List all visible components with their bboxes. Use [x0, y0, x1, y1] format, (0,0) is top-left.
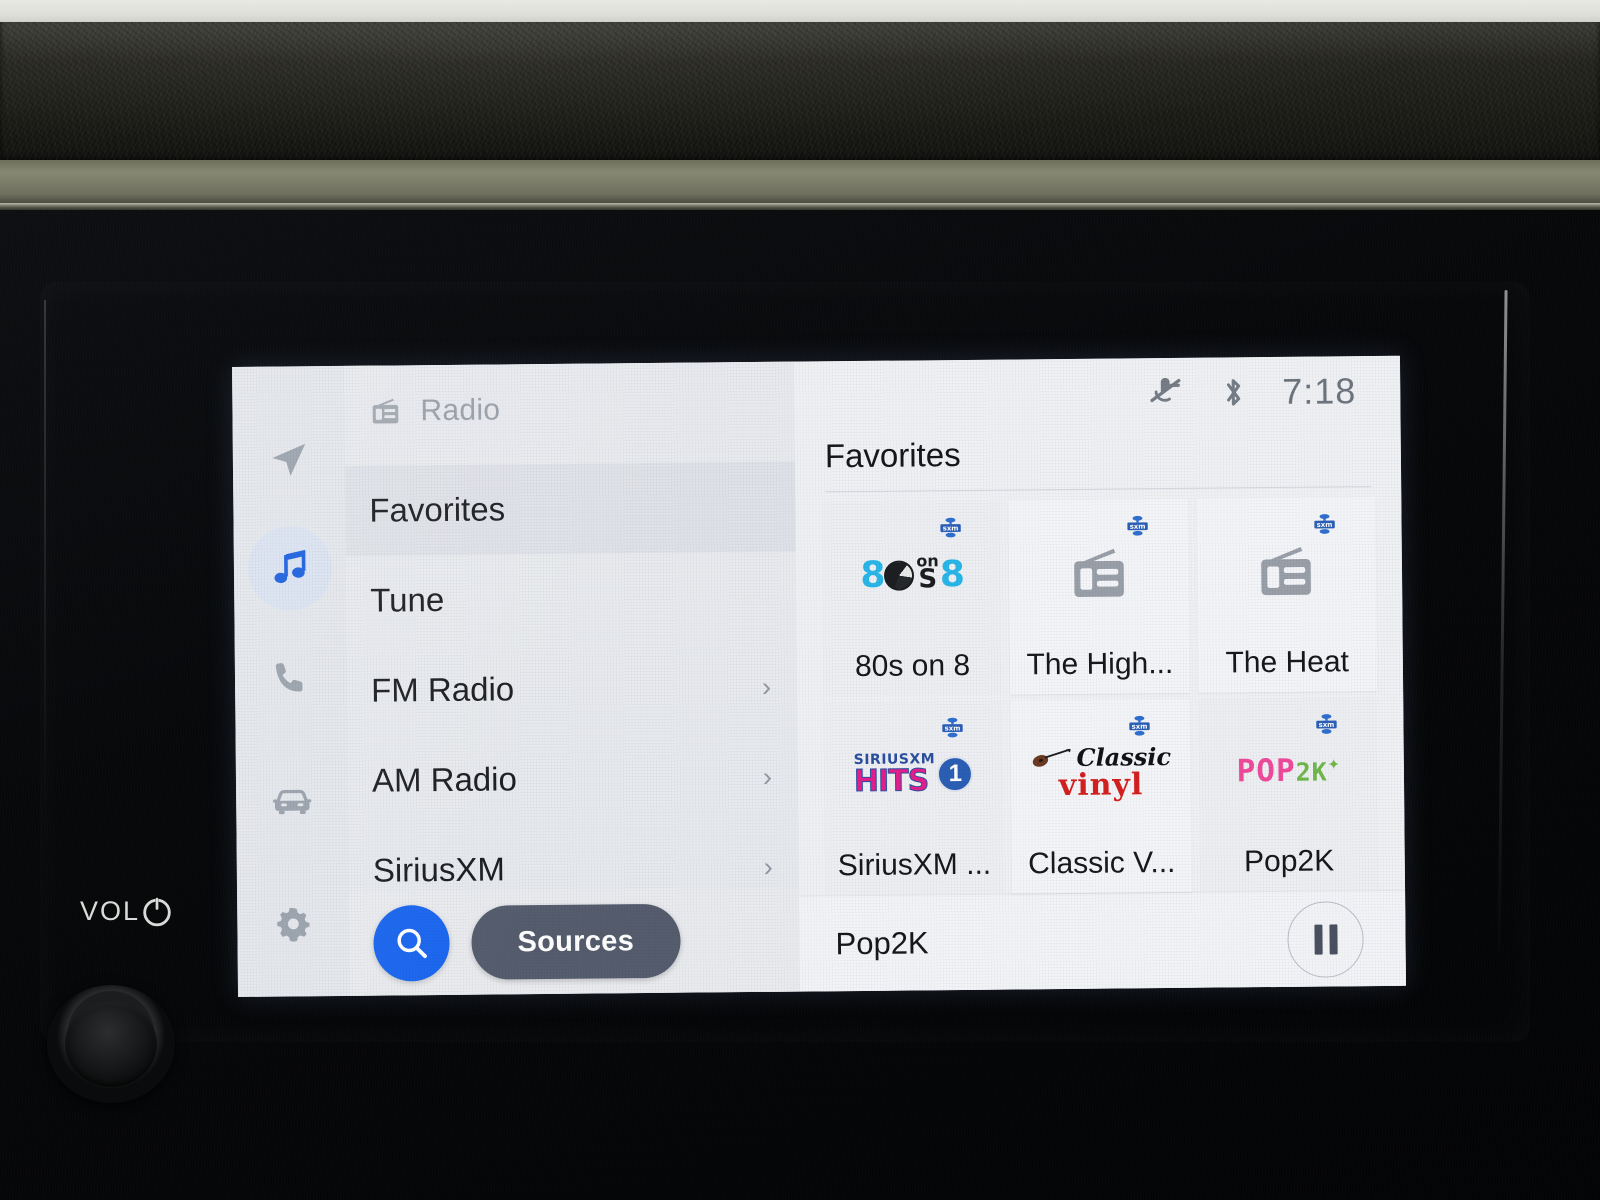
microphone-muted-icon: [1150, 377, 1181, 403]
favorite-tile-label: SiriusXM ...: [837, 847, 992, 883]
sxm-badge-icon: sxm: [1127, 515, 1148, 536]
logo-classic-vinyl: Classic vinyl: [1011, 698, 1192, 847]
gear-icon: [277, 907, 310, 942]
sidebar-item-media[interactable]: [247, 526, 333, 611]
radio-icon: [1196, 497, 1377, 646]
favorite-tile[interactable]: sxm The High...: [1008, 498, 1190, 695]
sxm-badge-icon: sxm: [1314, 514, 1336, 534]
favorite-tile[interactable]: sxm Classic vinyl Classic V...: [1010, 698, 1192, 894]
app-rail: [232, 365, 351, 997]
navigation-arrow-icon: [272, 443, 306, 476]
favorites-panel: 7:18 Favorites sxm 8 on S 8 80s on 8 sxm…: [793, 355, 1406, 992]
volume-knob[interactable]: [47, 985, 175, 1103]
radio-icon: [1074, 548, 1124, 597]
search-icon: [397, 928, 427, 959]
car-icon: [273, 789, 312, 815]
source-list-title: Radio: [420, 393, 501, 428]
volume-label: VOL: [80, 896, 141, 926]
pause-button[interactable]: [1287, 900, 1364, 978]
bluetooth-icon: [1226, 379, 1241, 406]
source-list-rows: Favorites Tune FM Radio › AM Radio › Sir…: [344, 454, 799, 916]
sidebar-item-navigation[interactable]: [246, 418, 331, 503]
svg-text:sxm: sxm: [1319, 720, 1335, 728]
list-item-label: Favorites: [369, 490, 506, 529]
infotainment-screen[interactable]: Radio Favorites Tune FM Radio › AM Radio: [232, 355, 1406, 997]
list-item-am-radio[interactable]: AM Radio ›: [348, 732, 799, 826]
clock: 7:18: [1282, 370, 1357, 412]
dashboard-leather-trim: [0, 22, 1600, 162]
favorite-tile-label: Classic V...: [1027, 845, 1176, 881]
sxm-badge-icon: sxm: [940, 517, 961, 538]
sxm-badge-icon: sxm: [1316, 713, 1337, 734]
favorite-tile[interactable]: sxm The Heat: [1195, 497, 1378, 693]
list-item-label: Tune: [370, 580, 445, 619]
sxm-badge-icon: sxm: [941, 717, 963, 737]
chevron-right-icon: ›: [761, 671, 772, 702]
svg-text:sxm: sxm: [944, 724, 960, 732]
list-item-label: AM Radio: [371, 760, 518, 799]
logo-siriusxm-hits-1: SIRIUSXM HITS 1: [823, 700, 1004, 849]
favorite-tile-label: The High...: [1026, 646, 1174, 681]
radio-icon: [372, 398, 399, 424]
sidebar-item-vehicle[interactable]: [250, 760, 335, 845]
now-playing-bar: Pop2K: [799, 889, 1406, 992]
favorite-tile-label: The Heat: [1225, 644, 1350, 679]
favorite-tile[interactable]: sxm SIRIUSXM HITS 1 SiriusXM ...: [823, 700, 1005, 896]
power-icon[interactable]: [139, 893, 175, 929]
svg-text:sxm: sxm: [1130, 523, 1146, 531]
svg-text:sxm: sxm: [942, 524, 958, 532]
radio-icon: [1009, 499, 1190, 648]
phone-icon: [275, 663, 303, 692]
list-item-label: SiriusXM: [372, 850, 506, 889]
favorites-heading: Favorites: [824, 436, 961, 475]
dashboard-olive-trim: [0, 160, 1600, 208]
favorite-tile[interactable]: sxm 8 on S 8 80s on 8: [821, 500, 1003, 696]
favorite-tile[interactable]: sxm POP 2K ✦ Pop2K: [1197, 696, 1380, 892]
svg-text:sxm: sxm: [1132, 722, 1148, 730]
favorite-tile-label: 80s on 8: [854, 648, 971, 683]
bezel-highlight-left: [44, 300, 46, 820]
radio-icon: [1261, 546, 1312, 595]
guitar-icon: [1032, 748, 1071, 767]
sxm-badge-icon: sxm: [1129, 715, 1150, 736]
sidebar-item-phone[interactable]: [249, 636, 334, 721]
sidebar-item-settings[interactable]: [251, 882, 336, 967]
list-item-tune[interactable]: Tune: [346, 552, 797, 646]
favorite-tile-label: Pop2K: [1243, 844, 1335, 879]
svg-text:sxm: sxm: [1317, 521, 1333, 529]
source-list-header: Radio: [343, 361, 795, 458]
logo-80s-on-8: 8 on S 8: [860, 551, 964, 597]
sources-button[interactable]: Sources: [471, 903, 681, 980]
list-item-fm-radio[interactable]: FM Radio ›: [347, 642, 798, 736]
chevron-right-icon: ›: [763, 851, 773, 882]
pause-icon: [1313, 923, 1338, 955]
chevron-right-icon: ›: [762, 761, 773, 792]
music-note-icon: [274, 549, 306, 584]
favorites-grid: sxm 8 on S 8 80s on 8 sxm The High... sx…: [795, 487, 1405, 896]
list-item-favorites[interactable]: Favorites: [344, 461, 796, 556]
logo-pop2k: POP 2K ✦: [1236, 750, 1340, 790]
now-playing-title: Pop2K: [835, 924, 929, 961]
source-list-panel: Radio Favorites Tune FM Radio › AM Radio: [343, 361, 801, 996]
list-item-label: FM Radio: [370, 670, 515, 709]
car-dashboard-photo: VOL Radio Favorites Tune FM Radio › AM R…: [0, 0, 1600, 1200]
search-button[interactable]: [373, 904, 450, 982]
status-bar: 7:18: [794, 356, 1401, 432]
source-list-actions: Sources: [349, 887, 801, 996]
